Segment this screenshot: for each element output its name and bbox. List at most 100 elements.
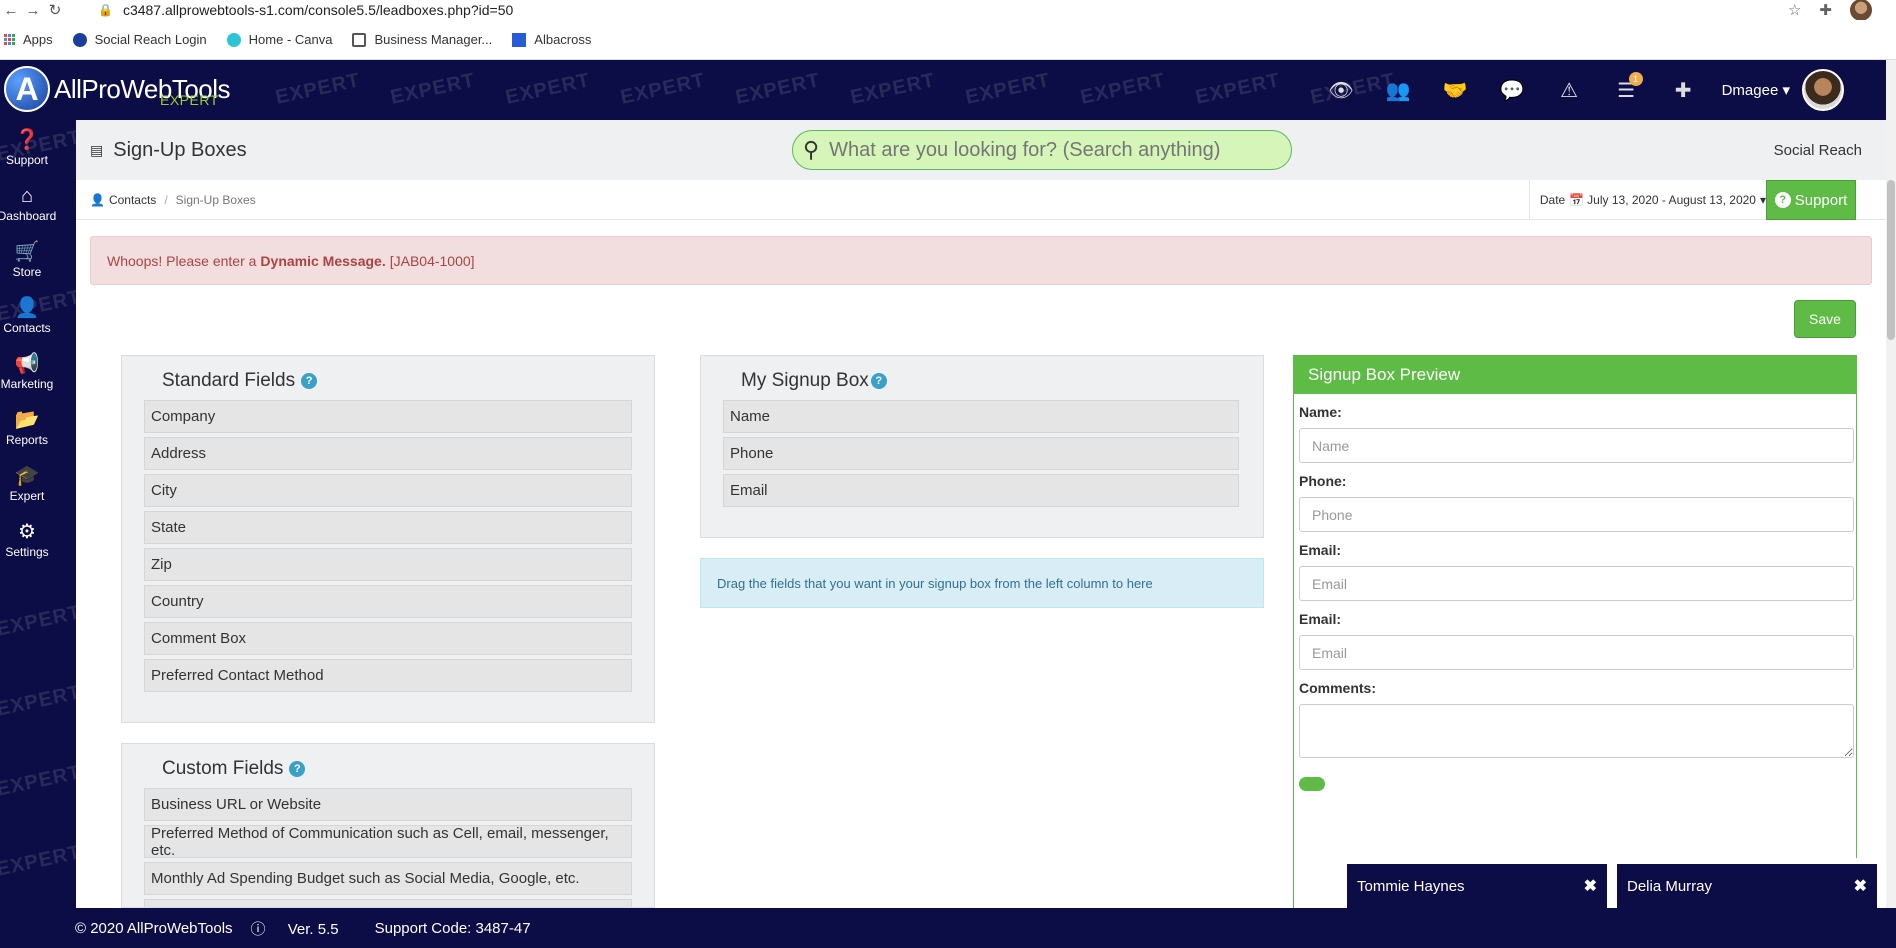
- preview-label-email-2: Email:: [1299, 611, 1342, 627]
- sidebar-item-contacts[interactable]: 👤 Contacts: [0, 288, 54, 344]
- field-city[interactable]: City: [144, 474, 632, 507]
- watermark: EXPERT: [0, 761, 76, 801]
- sidebar-item-store[interactable]: 🛒 Store: [0, 232, 54, 288]
- reload-icon[interactable]: ↻: [44, 1, 66, 19]
- sidebar-item-reports[interactable]: 📂 Reports: [0, 400, 54, 456]
- sidebar-item-marketing[interactable]: 📢 Marketing: [0, 344, 54, 400]
- bookmark-apps[interactable]: Apps: [4, 32, 53, 47]
- canva-icon: [226, 32, 241, 47]
- handshake-icon[interactable]: 🤝: [1427, 78, 1484, 103]
- field-custom-more[interactable]: [144, 899, 632, 907]
- preview-name-input[interactable]: [1299, 428, 1854, 463]
- field-preferred-contact-method[interactable]: Preferred Contact Method: [144, 659, 632, 692]
- field-preferred-communication[interactable]: Preferred Method of Communication such a…: [144, 825, 632, 859]
- chat-tab-delia[interactable]: Delia Murray ✖: [1617, 858, 1877, 908]
- watermark: EXPERT: [503, 69, 593, 109]
- signup-field-phone[interactable]: Phone: [723, 437, 1239, 470]
- watermark: EXPERT: [1078, 69, 1168, 109]
- signup-field-email[interactable]: Email: [723, 474, 1239, 507]
- chat-name: Tommie Haynes: [1357, 877, 1465, 895]
- org-name[interactable]: Social Reach: [1774, 120, 1862, 180]
- my-signup-box-panel: My Signup Box ? Name Phone Email: [700, 355, 1264, 538]
- sidebar-item-dashboard[interactable]: ⌂ Dashboard: [0, 176, 56, 232]
- sidebar-item-support[interactable]: ❓ Support: [0, 120, 54, 176]
- drag-hint: Drag the fields that you want in your si…: [700, 558, 1264, 608]
- preview-submit-button[interactable]: [1299, 777, 1325, 791]
- folder-icon: 📂: [14, 409, 40, 431]
- question-circle-icon[interactable]: ?: [289, 761, 306, 777]
- question-circle-icon: ?: [1774, 192, 1791, 208]
- field-country[interactable]: Country: [144, 585, 632, 618]
- field-address[interactable]: Address: [144, 437, 632, 470]
- save-button[interactable]: Save: [1794, 300, 1856, 338]
- scrollbar-thumb[interactable]: [1887, 180, 1895, 340]
- date-range-picker[interactable]: Date 📅 July 13, 2020 - August 13, 2020 ▾: [1528, 180, 1766, 220]
- preview-label-name: Name:: [1299, 404, 1342, 420]
- preview-email-input-2[interactable]: [1299, 635, 1854, 670]
- footer-copyright: © 2020 AllProWebTools: [75, 919, 233, 937]
- watermark: EXPERT: [733, 69, 823, 109]
- calendar-icon: 📅: [1569, 193, 1585, 207]
- chat-tab-tommie[interactable]: Tommie Haynes ✖: [1347, 858, 1607, 908]
- header-icon-bar: 👁 👥 🤝 💬 ⚠ ☰ 1 ✚ Dmagee ▾: [1313, 60, 1844, 120]
- address-bar[interactable]: 🔒 c3487.allprowebtools-s1.com/console5.5…: [98, 0, 513, 20]
- eye-icon[interactable]: 👁: [1313, 78, 1370, 103]
- support-button[interactable]: ? Support: [1766, 180, 1856, 220]
- question-circle-icon[interactable]: ?: [301, 373, 318, 389]
- watermark: EXPERT: [0, 601, 76, 641]
- warning-icon[interactable]: ⚠: [1541, 78, 1598, 103]
- field-zip[interactable]: Zip: [144, 548, 632, 581]
- forward-icon[interactable]: →: [22, 2, 44, 19]
- bookmark-business-manager[interactable]: Business Manager...: [352, 32, 492, 47]
- url-text: c3487.allprowebtools-s1.com/console5.5/l…: [122, 2, 514, 18]
- bookmark-canva[interactable]: Home - Canva: [226, 32, 332, 47]
- plus-icon[interactable]: ✚: [1655, 78, 1712, 103]
- lock-icon: 🔒: [98, 3, 113, 17]
- caret-down-icon: ▾: [1782, 82, 1790, 99]
- star-icon[interactable]: ☆: [1788, 1, 1801, 19]
- global-search: ⚲: [792, 130, 1292, 170]
- field-state[interactable]: State: [144, 511, 632, 544]
- search-input[interactable]: [829, 138, 1270, 162]
- field-company[interactable]: Company: [144, 400, 632, 433]
- question-circle-icon[interactable]: ?: [870, 373, 887, 389]
- close-icon[interactable]: ✖: [1584, 876, 1597, 896]
- task-badge: 1: [1628, 71, 1643, 86]
- breadcrumb-current: Sign-Up Boxes: [175, 193, 256, 207]
- browser-profile-avatar[interactable]: [1850, 0, 1872, 21]
- question-circle-icon: ❓: [14, 129, 40, 151]
- field-monthly-ad-budget[interactable]: Monthly Ad Spending Budget such as Socia…: [144, 862, 632, 895]
- field-business-url[interactable]: Business URL or Website: [144, 788, 632, 821]
- breadcrumb-contacts[interactable]: Contacts: [109, 193, 156, 207]
- field-comment-box[interactable]: Comment Box: [144, 622, 632, 655]
- scrollbar[interactable]: [1886, 60, 1896, 908]
- back-icon[interactable]: ←: [0, 2, 22, 19]
- error-alert: Whoops! Please enter a Dynamic Message. …: [90, 236, 1872, 285]
- sidebar-item-expert[interactable]: 🎓 Expert: [0, 456, 54, 512]
- signup-field-name[interactable]: Name: [723, 400, 1239, 433]
- preview-phone-input[interactable]: [1299, 497, 1854, 532]
- logo-a-icon: A: [4, 66, 50, 112]
- custom-fields-panel: Custom Fields ? Business URL or Website …: [121, 743, 655, 908]
- close-icon[interactable]: ✖: [1854, 876, 1867, 896]
- user-icon: 👤: [14, 297, 40, 319]
- info-icon: ⓘ: [250, 920, 266, 938]
- signup-box-preview: Signup Box Preview Name: Phone: Email: E…: [1293, 355, 1857, 928]
- preview-label-email: Email:: [1299, 542, 1342, 558]
- bookmarks-bar: Apps Social Reach Login Home - Canva Bus…: [0, 20, 1896, 60]
- avatar[interactable]: [1802, 69, 1844, 111]
- globe-icon: [72, 32, 87, 47]
- extensions-icon[interactable]: ✚: [1819, 1, 1832, 19]
- sidebar-item-settings[interactable]: ⚙ Settings: [0, 512, 54, 568]
- user-menu[interactable]: Dmagee ▾: [1722, 81, 1790, 99]
- bookmark-social-reach[interactable]: Social Reach Login: [72, 32, 207, 47]
- preview-comments-textarea[interactable]: [1299, 704, 1854, 758]
- watermark: EXPERT: [618, 69, 708, 109]
- preview-email-input[interactable]: [1299, 566, 1854, 601]
- cart-icon: 🛒: [14, 241, 40, 263]
- users-icon[interactable]: 👥: [1370, 78, 1427, 103]
- breadcrumb: 👤 Contacts / Sign-Up Boxes: [90, 193, 256, 207]
- tasks-icon[interactable]: ☰ 1: [1598, 71, 1655, 103]
- comments-icon[interactable]: 💬: [1484, 78, 1541, 103]
- bookmark-albacross[interactable]: Albacross: [512, 32, 591, 47]
